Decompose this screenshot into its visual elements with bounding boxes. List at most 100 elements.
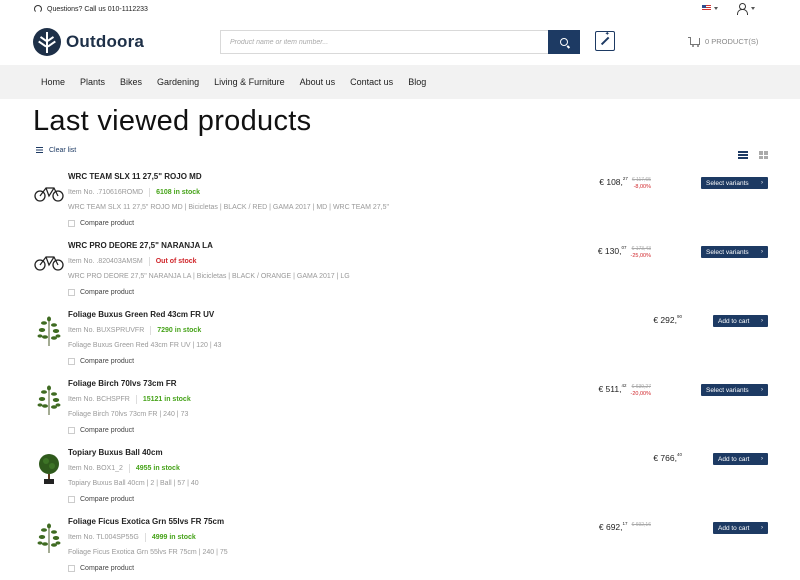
bike-icon <box>34 184 64 202</box>
price-discount-info: € 692,16 <box>632 522 651 528</box>
select-variants-button[interactable]: Select variants › <box>701 177 768 189</box>
button-label: Add to cart <box>718 524 750 532</box>
compare-label: Compare product <box>80 358 135 365</box>
product-image[interactable] <box>33 522 65 554</box>
price-main: € 108, <box>599 177 623 187</box>
nav-item-about-us[interactable]: About us <box>300 77 336 87</box>
chevron-right-icon: › <box>761 387 763 393</box>
price: € 511,42 <box>598 383 627 394</box>
button-label: Select variants <box>706 179 749 187</box>
top-bar: Questions? Call us 010-1112233 <box>0 0 800 20</box>
grid-view-icon[interactable] <box>759 151 768 159</box>
product-image[interactable] <box>33 453 65 485</box>
chevron-down-icon <box>714 6 718 10</box>
plant-icon <box>35 315 63 347</box>
product-name[interactable]: Foliage Birch 70lvs 73cm FR <box>68 379 177 388</box>
nav-item-living-furniture[interactable]: Living & Furniture <box>214 77 285 87</box>
language-selector[interactable] <box>702 5 718 11</box>
add-to-cart-button[interactable]: Add to cart › <box>713 522 768 534</box>
nav-item-plants[interactable]: Plants <box>80 77 105 87</box>
compare-product-toggle[interactable]: Compare product <box>68 220 134 227</box>
product-name[interactable]: Topiary Buxus Ball 40cm <box>68 448 163 457</box>
product-name[interactable]: WRC TEAM SLX 11 27,5" ROJO MD <box>68 172 202 181</box>
product-row: WRC PRO DEORE 27,5" NARANJA LA Item No. … <box>0 238 800 307</box>
item-number: BUXSPRUVFR <box>96 327 145 334</box>
button-label: Add to cart <box>718 317 750 325</box>
chevron-right-icon: › <box>761 180 763 186</box>
search-input[interactable] <box>220 30 548 54</box>
select-variants-button[interactable]: Select variants › <box>701 246 768 258</box>
account-menu[interactable] <box>737 3 755 15</box>
compare-label: Compare product <box>80 289 135 296</box>
divider <box>150 326 152 335</box>
button-label: Add to cart <box>718 455 750 463</box>
price: € 130,07 <box>597 245 627 256</box>
product-image[interactable] <box>33 384 65 416</box>
user-icon <box>737 3 748 15</box>
compare-checkbox[interactable] <box>68 565 75 572</box>
compare-checkbox[interactable] <box>68 358 75 365</box>
price-block: € 130,07 € 173,43 -25,00% <box>597 245 652 259</box>
item-no-label: Item No. <box>68 189 95 196</box>
item-number: TL004SP55G <box>96 534 139 541</box>
clear-list-label: Clear list <box>49 147 77 154</box>
compare-product-toggle[interactable]: Compare product <box>68 427 134 434</box>
chevron-right-icon: › <box>761 249 763 255</box>
compare-label: Compare product <box>80 565 135 572</box>
compare-product-toggle[interactable]: Compare product <box>68 565 134 572</box>
nav-item-home[interactable]: Home <box>41 77 65 87</box>
nav-item-gardening[interactable]: Gardening <box>157 77 199 87</box>
compare-checkbox[interactable] <box>68 427 75 434</box>
product-row: Foliage Buxus Green Red 43cm FR UV Item … <box>0 307 800 376</box>
add-to-cart-button[interactable]: Add to cart › <box>713 453 768 465</box>
topiary-icon <box>36 453 62 485</box>
compare-product-toggle[interactable]: Compare product <box>68 496 134 503</box>
search-button[interactable] <box>548 30 580 54</box>
product-name[interactable]: WRC PRO DEORE 27,5" NARANJA LA <box>68 241 213 250</box>
product-description: Foliage Birch 70lvs 73cm FR | 240 | 73 <box>68 411 189 418</box>
button-label: Select variants <box>706 248 749 256</box>
compare-checkbox[interactable] <box>68 496 75 503</box>
page-title: Last viewed products <box>33 105 312 137</box>
price-main: € 130, <box>597 246 622 256</box>
chevron-right-icon: › <box>761 318 763 324</box>
price-discount-info: € 639,27 -20,00% <box>631 384 652 397</box>
divider <box>148 257 150 266</box>
brand-logo[interactable]: Outdoora <box>33 28 144 56</box>
product-row: Foliage Birch 70lvs 73cm FR Item No. BCH… <box>0 376 800 445</box>
old-price: € 173,43 <box>631 246 651 252</box>
discount-percent: -20,00% <box>630 391 652 397</box>
compare-checkbox[interactable] <box>68 220 75 227</box>
select-variants-button[interactable]: Select variants › <box>701 384 768 396</box>
product-name[interactable]: Foliage Buxus Green Red 43cm FR UV <box>68 310 214 319</box>
magic-wand-button[interactable] <box>595 31 615 51</box>
old-price: € 692,16 <box>631 522 651 528</box>
discount-percent: -25,00% <box>630 253 652 259</box>
product-meta: Item No. BUXSPRUVFR 7290 in stock <box>68 326 201 335</box>
product-name[interactable]: Foliage Ficus Exotica Grn 55lvs FR 75cm <box>68 517 224 526</box>
brand-name: Outdoora <box>66 32 145 51</box>
nav-item-bikes[interactable]: Bikes <box>120 77 142 87</box>
price-block: € 292,90 <box>653 314 682 325</box>
nav-item-blog[interactable]: Blog <box>408 77 426 87</box>
price-block: € 766,40 <box>653 452 682 463</box>
nav-item-contact-us[interactable]: Contact us <box>350 77 393 87</box>
compare-product-toggle[interactable]: Compare product <box>68 289 134 296</box>
product-image[interactable] <box>33 315 65 347</box>
chevron-down-icon <box>751 7 755 10</box>
clear-list-button[interactable]: Clear list <box>36 147 76 154</box>
cart-link[interactable]: 0 PRODUCT(S) <box>688 37 758 47</box>
main-nav: Home Plants Bikes Gardening Living & Fur… <box>0 65 800 99</box>
old-price: € 117,65 <box>631 177 651 183</box>
price-cents: 42 <box>621 383 627 388</box>
compare-label: Compare product <box>80 220 135 227</box>
stock-status: 4999 in stock <box>151 534 196 541</box>
product-image[interactable] <box>33 177 65 209</box>
list-view-icon[interactable] <box>738 151 748 159</box>
add-to-cart-button[interactable]: Add to cart › <box>713 315 768 327</box>
compare-checkbox[interactable] <box>68 289 75 296</box>
discount-percent: -8,00% <box>633 184 651 190</box>
product-image[interactable] <box>33 246 65 278</box>
help-text: Questions? Call us 010-1112233 <box>47 5 148 13</box>
compare-product-toggle[interactable]: Compare product <box>68 358 134 365</box>
